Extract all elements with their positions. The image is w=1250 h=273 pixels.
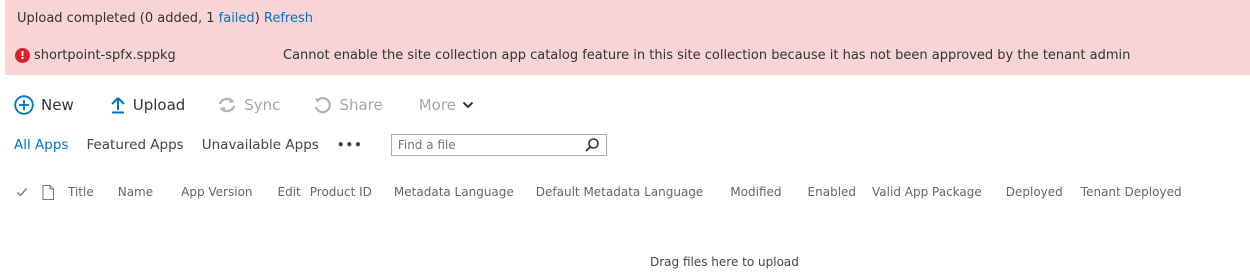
document-type-icon xyxy=(42,184,54,200)
column-header-metadata-language[interactable]: Metadata Language xyxy=(394,185,514,199)
sync-icon xyxy=(219,97,236,113)
view-featured-apps[interactable]: Featured Apps xyxy=(86,137,183,153)
column-header-enabled[interactable]: Enabled xyxy=(808,185,857,199)
drag-drop-hint: Drag files here to upload xyxy=(650,255,799,269)
column-header-row: Title Name App Version Edit Product ID M… xyxy=(16,183,1182,201)
command-bar: New Upload Sync Share More xyxy=(14,93,506,117)
column-header-default-metadata-language[interactable]: Default Metadata Language xyxy=(536,185,704,199)
upload-status-banner: Upload completed (0 added, 1 failed) Ref… xyxy=(5,0,1250,75)
checkmark-icon[interactable] xyxy=(16,186,28,198)
upload-button-label: Upload xyxy=(132,96,186,114)
error-message: Cannot enable the site collection app ca… xyxy=(283,48,1131,63)
search-box xyxy=(390,134,607,156)
column-header-modified[interactable]: Modified xyxy=(730,185,781,199)
share-button-label: Share xyxy=(339,96,383,114)
view-all-apps[interactable]: All Apps xyxy=(14,137,68,153)
column-header-edit[interactable]: Edit xyxy=(278,185,301,199)
sync-button-label: Sync xyxy=(244,96,281,114)
column-header-name[interactable]: Name xyxy=(118,185,153,199)
upload-arrow-icon xyxy=(111,97,125,114)
view-selector: All Apps Featured Apps Unavailable Apps … xyxy=(14,134,607,156)
failed-file-name: shortpoint-spfx.sppkg xyxy=(34,48,176,63)
error-circle-icon: ! xyxy=(15,48,30,63)
upload-status-prefix: Upload completed (0 added, 1 xyxy=(17,11,219,26)
more-button[interactable]: More xyxy=(419,96,474,114)
search-input[interactable] xyxy=(391,136,584,154)
column-header-tenant-deployed[interactable]: Tenant Deployed xyxy=(1081,185,1182,199)
more-button-label: More xyxy=(418,96,456,114)
upload-button[interactable]: Upload xyxy=(110,96,186,114)
view-unavailable-apps[interactable]: Unavailable Apps xyxy=(202,137,319,153)
sync-button[interactable]: Sync xyxy=(217,96,280,114)
share-icon xyxy=(315,97,332,114)
more-views-button[interactable]: ••• xyxy=(337,138,363,152)
refresh-link[interactable]: Refresh xyxy=(264,11,313,26)
upload-status-text: Upload completed (0 added, 1 failed) Ref… xyxy=(17,11,313,26)
upload-error-row: ! shortpoint-spfx.sppkg Cannot enable th… xyxy=(15,48,1130,63)
failed-link[interactable]: failed xyxy=(219,11,255,26)
share-button[interactable]: Share xyxy=(312,95,383,115)
column-header-title[interactable]: Title xyxy=(68,185,94,199)
search-icon[interactable] xyxy=(584,137,600,153)
new-button-label: New xyxy=(41,96,74,114)
plus-circle-icon xyxy=(14,95,34,115)
column-header-product-id[interactable]: Product ID xyxy=(310,185,372,199)
chevron-down-icon xyxy=(462,101,474,109)
new-button[interactable]: New xyxy=(14,95,74,115)
upload-status-suffix: ) xyxy=(254,11,260,26)
column-header-app-version[interactable]: App Version xyxy=(181,185,252,199)
column-header-deployed[interactable]: Deployed xyxy=(1006,185,1063,199)
column-header-valid-app-package[interactable]: Valid App Package xyxy=(872,185,982,199)
